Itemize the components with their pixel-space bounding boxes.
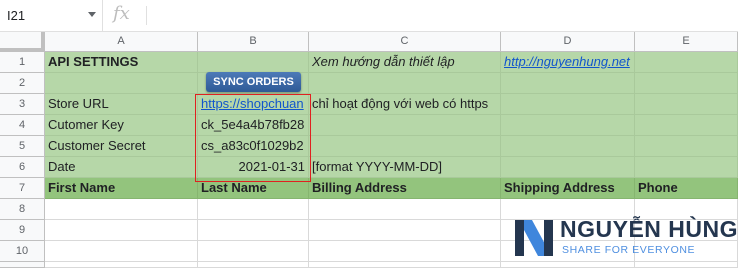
cell-c10[interactable] bbox=[309, 241, 501, 262]
name-box[interactable]: I21 bbox=[0, 0, 103, 31]
row-header-7[interactable]: 7 bbox=[0, 178, 45, 199]
cell-a8[interactable] bbox=[45, 199, 198, 220]
sync-orders-button[interactable]: SYNC ORDERS bbox=[206, 72, 301, 92]
row-header-5[interactable]: 5 bbox=[0, 136, 45, 157]
cell-b7[interactable]: Last Name bbox=[198, 178, 309, 199]
row-header-8[interactable]: 8 bbox=[0, 199, 45, 220]
brand-logo: NGUYỄN HÙNG SHARE FOR EVERYONE bbox=[513, 216, 738, 262]
cell-a9[interactable] bbox=[45, 220, 198, 241]
column-header-a[interactable]: A bbox=[45, 32, 198, 52]
cell-b9[interactable] bbox=[198, 220, 309, 241]
cell-e3[interactable] bbox=[635, 94, 738, 115]
cell-a10[interactable] bbox=[45, 241, 198, 262]
row-header-2[interactable]: 2 bbox=[0, 73, 45, 94]
cell-b3[interactable]: https://shopchuan bbox=[198, 94, 309, 115]
cell-b4[interactable]: ck_5e4a4b78fb28 bbox=[198, 115, 309, 136]
select-all-corner[interactable] bbox=[0, 32, 45, 52]
cell-b11[interactable] bbox=[198, 262, 309, 268]
cell-reference[interactable]: I21 bbox=[7, 8, 25, 23]
formula-input[interactable] bbox=[150, 4, 734, 28]
cell-e6[interactable] bbox=[635, 157, 738, 178]
cell-b6[interactable]: 2021-01-31 bbox=[198, 157, 309, 178]
cell-d6[interactable] bbox=[501, 157, 635, 178]
row-header-3[interactable]: 3 bbox=[0, 94, 45, 115]
cell-c1[interactable]: Xem hướng dẫn thiết lập bbox=[309, 52, 501, 73]
function-icon: fx bbox=[113, 3, 130, 24]
cell-c11[interactable] bbox=[309, 262, 501, 268]
cell-c8[interactable] bbox=[309, 199, 501, 220]
cell-d11[interactable] bbox=[501, 262, 635, 268]
column-header-b[interactable]: B bbox=[198, 32, 309, 52]
row-header-6[interactable]: 6 bbox=[0, 157, 45, 178]
column-header-c[interactable]: C bbox=[309, 32, 501, 52]
logo-name: NGUYỄN HÙNG bbox=[560, 216, 738, 242]
cell-d2[interactable] bbox=[501, 73, 635, 94]
row-header-1[interactable]: 1 bbox=[0, 52, 45, 73]
logo-n-icon bbox=[515, 220, 553, 256]
cell-a6[interactable]: Date bbox=[45, 157, 198, 178]
guide-link[interactable]: http://nguyenhung.net bbox=[504, 54, 630, 69]
cell-c5[interactable] bbox=[309, 136, 501, 157]
cell-a1[interactable]: API SETTINGS bbox=[45, 52, 198, 73]
cell-b8[interactable] bbox=[198, 199, 309, 220]
cell-e1[interactable] bbox=[635, 52, 738, 73]
cell-e4[interactable] bbox=[635, 115, 738, 136]
cell-d5[interactable] bbox=[501, 136, 635, 157]
row-header-10[interactable]: 10 bbox=[0, 241, 45, 262]
chevron-down-icon[interactable] bbox=[88, 12, 96, 17]
logo-tagline: SHARE FOR EVERYONE bbox=[562, 244, 696, 256]
cell-c7[interactable]: Billing Address bbox=[309, 178, 501, 199]
cell-c2[interactable] bbox=[309, 73, 501, 94]
cell-a2[interactable] bbox=[45, 73, 198, 94]
cell-d3[interactable] bbox=[501, 94, 635, 115]
cell-b1[interactable] bbox=[198, 52, 309, 73]
cell-b5[interactable]: cs_a83c0f1029b2 bbox=[198, 136, 309, 157]
cell-b10[interactable] bbox=[198, 241, 309, 262]
cell-c6[interactable]: [format YYYY-MM-DD] bbox=[309, 157, 501, 178]
cell-a4[interactable]: Cutomer Key bbox=[45, 115, 198, 136]
cell-d7[interactable]: Shipping Address bbox=[501, 178, 635, 199]
cell-d1[interactable]: http://nguyenhung.net bbox=[501, 52, 635, 73]
cell-c3[interactable]: chỉ hoạt động với web có https bbox=[309, 94, 501, 115]
cell-c9[interactable] bbox=[309, 220, 501, 241]
cell-a5[interactable]: Customer Secret bbox=[45, 136, 198, 157]
row-header-4[interactable]: 4 bbox=[0, 115, 45, 136]
cell-e7[interactable]: Phone bbox=[635, 178, 738, 199]
cell-e11[interactable] bbox=[635, 262, 738, 268]
cell-e2[interactable] bbox=[635, 73, 738, 94]
cell-a7[interactable]: First Name bbox=[45, 178, 198, 199]
cell-a3[interactable]: Store URL bbox=[45, 94, 198, 115]
column-header-d[interactable]: D bbox=[501, 32, 635, 52]
cell-e5[interactable] bbox=[635, 136, 738, 157]
row-header-9[interactable]: 9 bbox=[0, 220, 45, 241]
cell-a11[interactable] bbox=[45, 262, 198, 268]
cell-c4[interactable] bbox=[309, 115, 501, 136]
row-header-11 bbox=[0, 262, 45, 268]
column-header-e[interactable]: E bbox=[635, 32, 738, 52]
formula-bar: I21 fx bbox=[0, 0, 738, 32]
store-url-link[interactable]: https://shopchuan bbox=[201, 96, 304, 111]
formula-divider bbox=[146, 6, 147, 25]
cell-d4[interactable] bbox=[501, 115, 635, 136]
